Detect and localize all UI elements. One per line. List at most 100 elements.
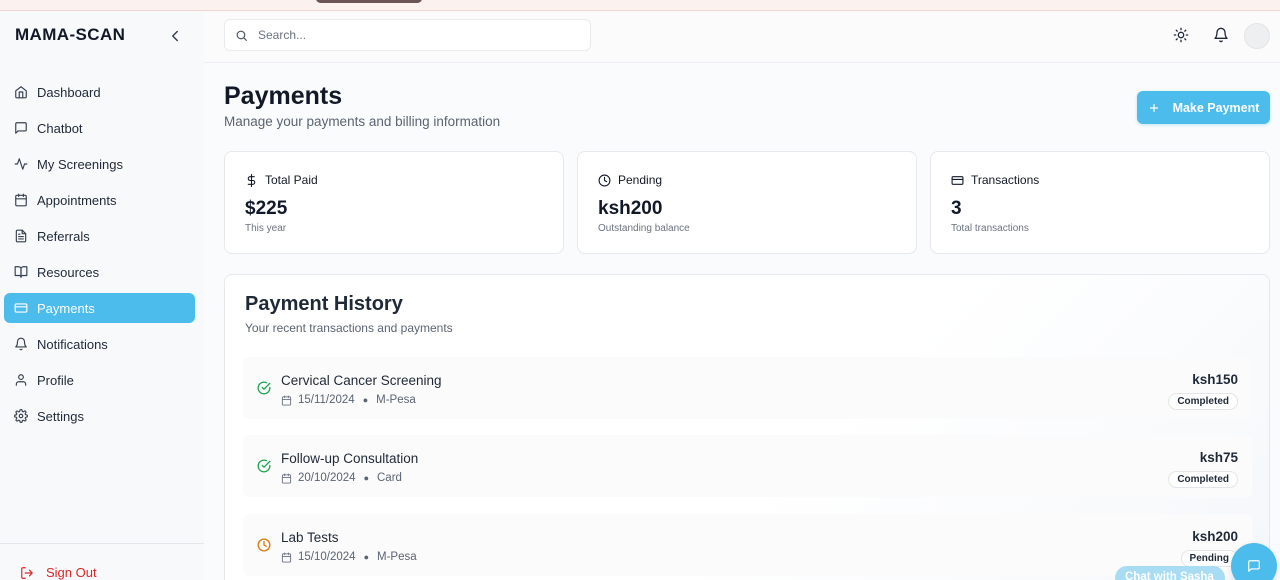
stat-caption: Total transactions — [951, 223, 1029, 234]
app-logo[interactable]: MAMA-SCAN — [15, 25, 125, 45]
search-icon — [236, 30, 247, 41]
stat-card-total-paid: Total Paid $225 This year — [224, 151, 564, 254]
transaction-meta: 15/10/2024 ● M-Pesa — [281, 551, 417, 563]
transaction-name: Cervical Cancer Screening — [281, 373, 442, 388]
stat-caption: This year — [245, 223, 287, 234]
sidebar-item-appointments[interactable]: Appointments — [4, 185, 195, 215]
sidebar-item-chatbot[interactable]: Chatbot — [4, 113, 195, 143]
transaction-date: 20/10/2024 — [298, 472, 356, 484]
page-subtitle: Manage your payments and billing informa… — [224, 114, 501, 129]
sidebar-item-notifications[interactable]: Notifications — [4, 329, 195, 359]
calendar-icon — [281, 551, 292, 563]
sidebar-item-my-screenings[interactable]: My Screenings — [4, 149, 195, 179]
gear-icon — [14, 409, 28, 423]
sidebar-divider — [0, 543, 204, 544]
plus-icon — [1149, 103, 1158, 112]
sidebar-item-referrals[interactable]: Referrals — [4, 221, 195, 251]
sidebar-item-label: Payments — [37, 300, 95, 316]
sidebar-item-dashboard[interactable]: Dashboard — [4, 77, 195, 107]
make-payment-label: Make Payment — [1172, 100, 1260, 115]
transaction-date: 15/10/2024 — [298, 551, 356, 563]
stat-label-row: Transactions — [951, 173, 1039, 187]
log-out-icon — [20, 566, 34, 580]
stat-value: 3 — [951, 198, 962, 219]
transaction-row[interactable]: Cervical Cancer Screening 15/11/2024 ● M… — [243, 357, 1252, 419]
status-badge: Completed — [1168, 471, 1238, 488]
stat-label: Transactions — [971, 173, 1040, 187]
sun-icon[interactable] — [1173, 27, 1189, 43]
bell-icon — [14, 337, 28, 351]
stat-label-row: Total Paid — [245, 173, 318, 187]
bell-icon[interactable] — [1213, 27, 1229, 43]
chat-label[interactable]: Chat with Sasha — [1115, 566, 1225, 580]
transaction-name: Lab Tests — [281, 530, 339, 545]
top-header — [204, 11, 1280, 63]
user-icon — [14, 373, 28, 387]
sidebar-item-label: Chatbot — [37, 120, 83, 136]
message-square-icon — [1248, 560, 1260, 572]
section-subtitle: Your recent transactions and payments — [245, 321, 453, 335]
credit-card-icon — [14, 301, 28, 315]
transaction-method: M-Pesa — [376, 394, 416, 406]
top-strip — [0, 0, 1280, 11]
status-badge: Pending — [1180, 550, 1238, 567]
calendar-icon — [14, 193, 28, 207]
stat-value: $225 — [245, 198, 288, 219]
chat-button[interactable] — [1231, 543, 1277, 580]
activity-icon — [14, 157, 28, 171]
transaction-date: 15/11/2024 — [298, 394, 355, 406]
check-circle-icon — [257, 381, 271, 395]
check-circle-icon — [257, 459, 271, 473]
sidebar-item-label: Resources — [37, 264, 100, 280]
make-payment-button[interactable]: Make Payment — [1137, 91, 1270, 124]
separator-dot: ● — [362, 395, 369, 405]
sidebar-item-label: Settings — [37, 408, 84, 424]
clock-icon — [598, 174, 611, 187]
avatar[interactable] — [1244, 23, 1270, 49]
file-text-icon — [14, 229, 28, 243]
message-square-icon — [14, 121, 28, 135]
search-input[interactable] — [258, 28, 558, 42]
credit-card-icon — [951, 174, 964, 187]
separator-dot: ● — [363, 473, 369, 483]
status-badge: Completed — [1168, 393, 1238, 410]
separator-dot: ● — [363, 552, 369, 562]
stat-card-transactions: Transactions 3 Total transactions — [930, 151, 1270, 254]
transaction-row[interactable]: Follow-up Consultation 20/10/2024 ● Card… — [243, 435, 1252, 497]
section-title: Payment History — [245, 293, 403, 315]
sidebar-nav: Dashboard Chatbot My Screenings Appointm… — [4, 77, 195, 437]
sign-out-label: Sign Out — [46, 565, 97, 580]
stat-caption: Outstanding balance — [598, 223, 690, 234]
top-tab-pill — [316, 0, 422, 3]
search-box[interactable] — [224, 19, 591, 51]
sidebar-item-resources[interactable]: Resources — [4, 257, 195, 287]
sidebar-item-label: My Screenings — [37, 156, 123, 172]
transaction-amount: ksh75 — [1199, 450, 1238, 465]
transaction-method: M-Pesa — [377, 551, 417, 563]
chevron-left-icon[interactable] — [166, 27, 184, 45]
transaction-meta: 15/11/2024 ● M-Pesa — [281, 394, 416, 406]
transaction-amount: ksh150 — [1192, 372, 1238, 387]
sidebar-item-label: Dashboard — [37, 84, 101, 100]
sidebar-item-label: Referrals — [37, 228, 90, 244]
transaction-meta: 20/10/2024 ● Card — [281, 472, 402, 484]
sidebar-item-label: Profile — [37, 372, 74, 388]
sidebar-item-payments[interactable]: Payments — [4, 293, 195, 323]
calendar-icon — [281, 472, 292, 484]
dollar-icon — [245, 173, 258, 187]
calendar-icon — [281, 394, 292, 406]
stat-label: Pending — [618, 173, 663, 187]
sidebar-item-profile[interactable]: Profile — [4, 365, 195, 395]
clock-icon — [257, 538, 271, 552]
page-title: Payments — [224, 82, 343, 110]
sidebar-item-settings[interactable]: Settings — [4, 401, 195, 431]
sidebar-item-label: Appointments — [37, 192, 117, 208]
stat-value: ksh200 — [598, 198, 663, 219]
sign-out-button[interactable]: Sign Out — [20, 565, 97, 580]
sidebar: MAMA-SCAN Dashboard Chatbot My Screening… — [0, 11, 204, 580]
stat-label-row: Pending — [598, 173, 662, 187]
stat-label: Total Paid — [265, 173, 318, 187]
payment-history-card: Payment History Your recent transactions… — [224, 274, 1270, 580]
book-open-icon — [14, 265, 28, 279]
transaction-row[interactable]: Lab Tests 15/10/2024 ● M-Pesa ksh200 Pen… — [243, 514, 1252, 576]
